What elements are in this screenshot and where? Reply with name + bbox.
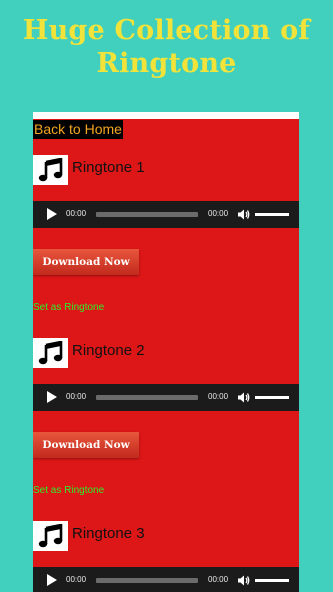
ringtone-item-2: Ringtone 2 <box>33 338 299 370</box>
ringtone-item-3: Ringtone 3 <box>33 521 299 553</box>
set-as-ringtone-link[interactable]: Set as Ringtone <box>33 302 104 314</box>
volume-icon[interactable] <box>237 391 250 404</box>
ringtone-item-1: Ringtone 1 <box>33 155 299 187</box>
total-time: 00:00 <box>208 392 229 401</box>
page-title-line-1: Huge Collection of <box>22 15 311 46</box>
ringtone-list-panel: Back to Home Ringtone 1 00:00 00:00 Down… <box>33 112 299 592</box>
play-icon[interactable] <box>47 574 57 586</box>
page-title: Huge Collection of Ringtone <box>0 14 333 80</box>
set-as-ringtone-link[interactable]: Set as Ringtone <box>33 485 104 497</box>
music-note-icon <box>33 338 68 368</box>
current-time: 00:00 <box>66 209 87 218</box>
back-to-home-link[interactable]: Back to Home <box>33 120 123 139</box>
seek-bar[interactable] <box>96 395 198 400</box>
volume-slider[interactable] <box>255 579 289 582</box>
page-title-line-2: Ringtone <box>96 48 237 79</box>
volume-icon[interactable] <box>237 208 250 221</box>
volume-icon[interactable] <box>237 574 250 587</box>
ringtone-title: Ringtone 3 <box>72 525 145 542</box>
panel-top-strip <box>33 112 299 119</box>
audio-player[interactable]: 00:00 00:00 <box>33 567 299 592</box>
play-icon[interactable] <box>47 208 57 220</box>
total-time: 00:00 <box>208 209 229 218</box>
seek-bar[interactable] <box>96 578 198 583</box>
current-time: 00:00 <box>66 575 87 584</box>
play-icon[interactable] <box>47 391 57 403</box>
current-time: 00:00 <box>66 392 87 401</box>
volume-slider[interactable] <box>255 396 289 399</box>
total-time: 00:00 <box>208 575 229 584</box>
download-now-button[interactable]: Download Now <box>33 432 139 458</box>
audio-player[interactable]: 00:00 00:00 <box>33 201 299 228</box>
seek-bar[interactable] <box>96 212 198 217</box>
audio-player[interactable]: 00:00 00:00 <box>33 384 299 411</box>
download-now-button[interactable]: Download Now <box>33 249 139 275</box>
music-note-icon <box>33 521 68 551</box>
music-note-icon <box>33 155 68 185</box>
volume-slider[interactable] <box>255 213 289 216</box>
ringtone-title: Ringtone 1 <box>72 159 145 176</box>
ringtone-title: Ringtone 2 <box>72 342 145 359</box>
